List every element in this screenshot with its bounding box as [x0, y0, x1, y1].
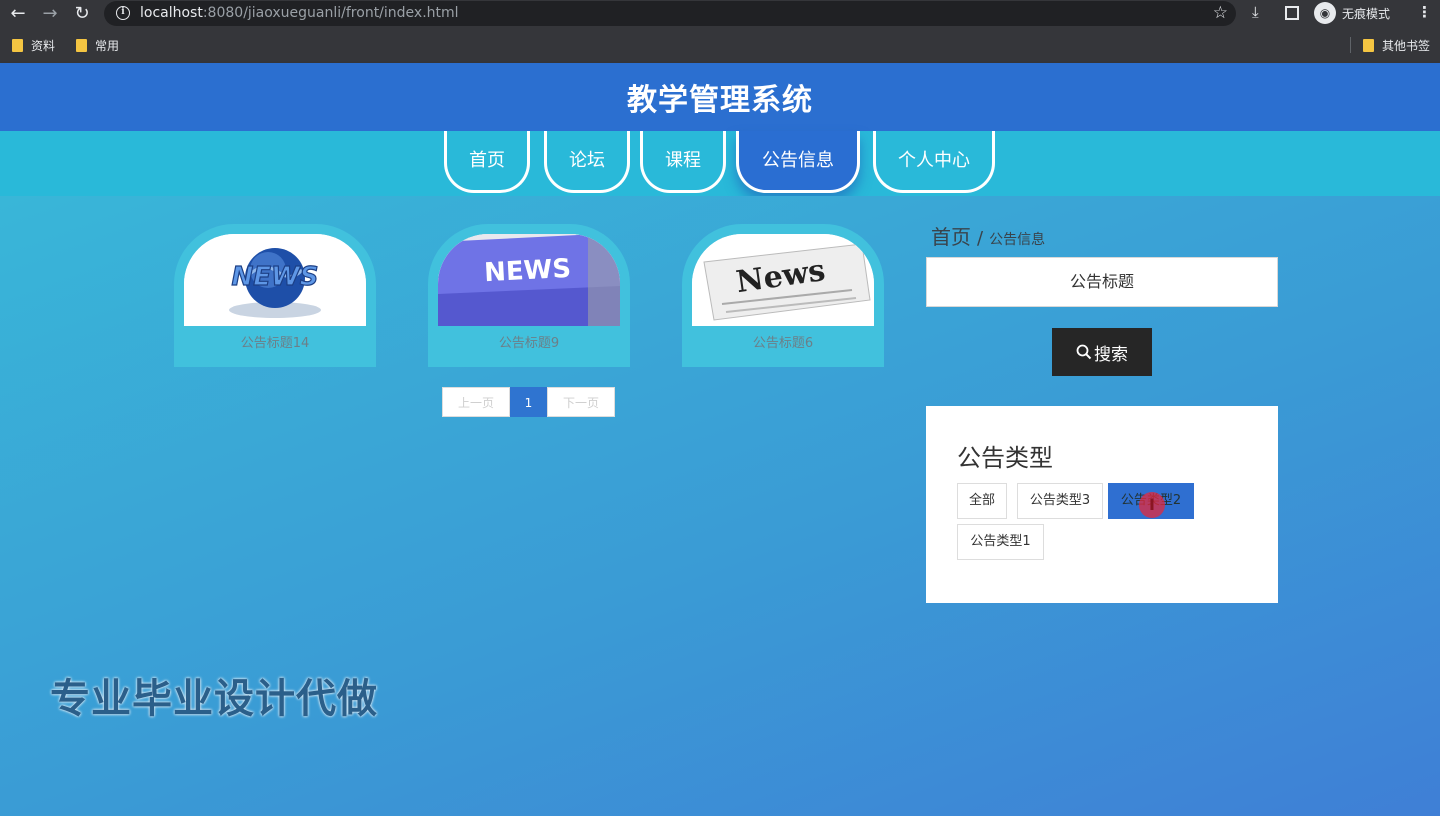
- notice-title-search-input[interactable]: 公告标题: [926, 257, 1278, 307]
- folder-icon: [76, 39, 87, 52]
- breadcrumb: 首页 / 公告信息: [931, 221, 1045, 250]
- browser-chrome: ← → ↻ i localhost:8080/jiaoxueguanli/fro…: [0, 0, 1440, 63]
- bookmark-star-icon[interactable]: ☆: [1213, 3, 1228, 23]
- forward-arrow-icon[interactable]: →: [39, 3, 61, 25]
- bookmarks-divider: [1350, 37, 1351, 53]
- bookmark-folder-ziliao[interactable]: 资料: [12, 37, 55, 54]
- search-button[interactable]: 搜索: [1052, 328, 1152, 376]
- breadcrumb-current: 公告信息: [989, 232, 1046, 248]
- folder-icon: [12, 39, 23, 52]
- type-tag-all[interactable]: 全部: [957, 483, 1007, 519]
- site-title: 教学管理系统: [627, 83, 813, 118]
- url-path: :8080/jiaoxueguanli/front/index.html: [202, 5, 459, 21]
- click-cursor-indicator: I: [1139, 492, 1165, 518]
- folder-icon: [1363, 39, 1374, 52]
- newspaper-image[interactable]: News: [692, 234, 874, 326]
- back-arrow-icon[interactable]: ←: [7, 3, 29, 25]
- notice-card[interactable]: NEWS 公告标题14: [174, 224, 376, 367]
- bookmarks-bar: 资料 常用 其他书签: [0, 33, 1440, 59]
- nav-item-forum[interactable]: 论坛: [544, 131, 630, 193]
- type-tag-3[interactable]: 公告类型3: [1017, 483, 1103, 519]
- bookmark-label: 资料: [31, 39, 56, 53]
- bookmark-label: 常用: [95, 39, 120, 53]
- bookmark-label: 其他书签: [1382, 39, 1431, 53]
- page-number-button[interactable]: 1: [510, 387, 547, 417]
- breadcrumb-separator: /: [977, 228, 984, 249]
- notice-card[interactable]: NEWS 公告标题9: [428, 224, 630, 367]
- main-nav: 首页 论坛 课程 公告信息 个人中心: [0, 131, 1440, 196]
- prev-page-button[interactable]: 上一页: [442, 387, 510, 417]
- download-icon[interactable]: ⤓: [1252, 3, 1259, 21]
- watermark-text: 专业毕业设计代做: [50, 676, 378, 722]
- site-info-icon[interactable]: i: [116, 6, 130, 20]
- nav-item-home[interactable]: 首页: [444, 131, 530, 193]
- bookmark-folder-changyong[interactable]: 常用: [76, 37, 119, 54]
- svg-text:NEWS: NEWS: [483, 254, 571, 289]
- incognito-label: 无痕模式: [1342, 6, 1391, 21]
- other-bookmarks-folder[interactable]: 其他书签: [1363, 37, 1430, 54]
- notice-card[interactable]: News 公告标题6: [682, 224, 884, 367]
- nav-item-notices[interactable]: 公告信息: [736, 131, 860, 193]
- notice-title[interactable]: 公告标题6: [682, 332, 884, 351]
- breadcrumb-home[interactable]: 首页: [931, 221, 971, 250]
- search-button-label: 搜索: [1094, 344, 1128, 365]
- type-tag-1[interactable]: 公告类型1: [957, 524, 1044, 560]
- pagination: 上一页 1 下一页: [442, 387, 615, 417]
- nav-item-course[interactable]: 课程: [640, 131, 726, 193]
- incognito-indicator[interactable]: ◉ 无痕模式: [1314, 2, 1390, 24]
- browser-menu-icon[interactable]: ⋮: [1417, 3, 1432, 21]
- next-page-button[interactable]: 下一页: [547, 387, 615, 417]
- incognito-icon: ◉: [1314, 2, 1336, 24]
- search-icon: [1076, 344, 1092, 360]
- url-host: localhost: [140, 5, 203, 21]
- notice-title[interactable]: 公告标题9: [428, 332, 630, 351]
- news-keyboard-key-image[interactable]: NEWS: [438, 234, 620, 326]
- globe-news-image[interactable]: NEWS: [184, 234, 366, 326]
- site-header: 教学管理系统: [0, 63, 1440, 131]
- notice-type-title: 公告类型: [957, 444, 1053, 472]
- url-text[interactable]: localhost:8080/jiaoxueguanli/front/index…: [140, 5, 459, 21]
- address-bar[interactable]: i localhost:8080/jiaoxueguanli/front/ind…: [104, 1, 1236, 26]
- nav-item-personal-center[interactable]: 个人中心: [873, 131, 995, 193]
- reload-icon[interactable]: ↻: [71, 3, 93, 25]
- side-panel-icon[interactable]: [1285, 6, 1299, 20]
- browser-toolbar: ← → ↻ i localhost:8080/jiaoxueguanli/fro…: [0, 0, 1440, 28]
- notice-title[interactable]: 公告标题14: [174, 332, 376, 351]
- svg-text:NEWS: NEWS: [232, 262, 319, 292]
